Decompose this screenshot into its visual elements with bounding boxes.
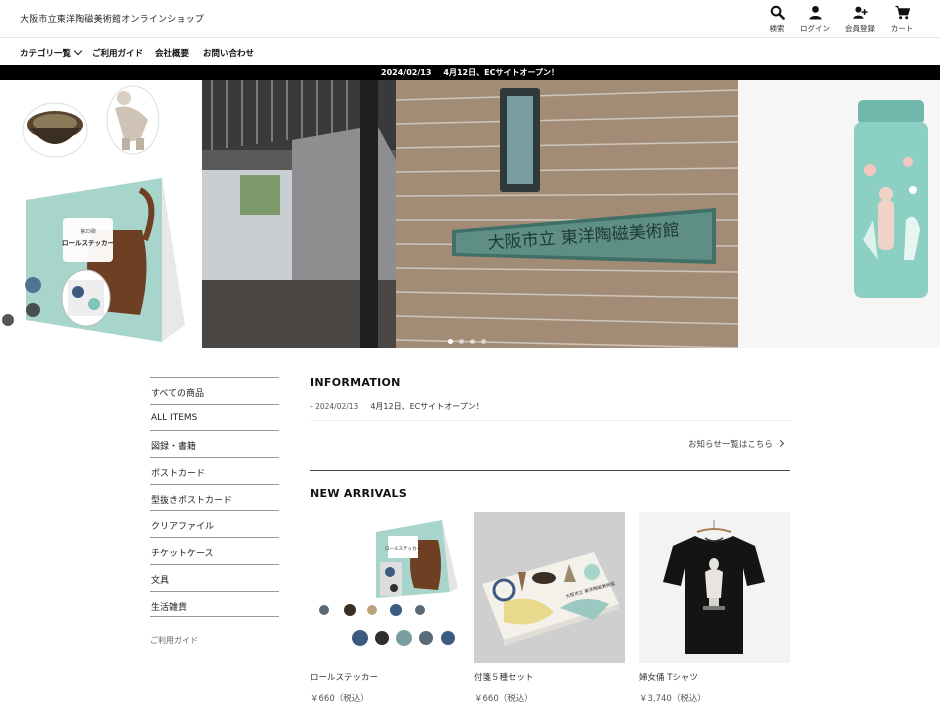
sidebar-item-all[interactable]: すべての商品	[150, 377, 279, 404]
site-title[interactable]: 大阪市立東洋陶磁美術館オンラインショップ	[20, 12, 204, 25]
announcement-text: 4月12日、ECサイトオープン！	[443, 68, 559, 77]
product-price: ￥660（税込）	[310, 694, 369, 704]
product-price: ￥3,740（税込）	[639, 694, 706, 704]
slider-dot[interactable]	[470, 339, 475, 344]
product-image[interactable]: ロールステッカー	[310, 512, 461, 663]
search-label: 検索	[769, 24, 785, 33]
category-sidebar: すべての商品 ALL ITEMS 図録・書籍 ポストカード 型抜きポストカード …	[150, 377, 279, 618]
svg-text:第23弾: 第23弾	[80, 228, 96, 235]
nav-contact[interactable]: お問い合わせ	[203, 47, 254, 59]
slider-dot[interactable]	[459, 339, 464, 344]
sidebar-item-diecut-postcards[interactable]: 型抜きポストカード	[150, 483, 279, 511]
sidebar-item-postcards[interactable]: ポストカード	[150, 457, 279, 484]
cart-button[interactable]: カート	[879, 5, 925, 34]
news-date: - 2024/02/13	[310, 402, 359, 411]
sidebar-item-goods[interactable]: 生活雑貨	[150, 590, 279, 618]
sidebar-item-clear-files[interactable]: クリアファイル	[150, 510, 279, 537]
announcement-date: 2024/02/13	[381, 68, 432, 77]
section-divider	[310, 470, 790, 471]
roll-sticker-image: ロールステッカー	[310, 512, 461, 663]
news-item[interactable]: - 2024/02/13 4月12日、ECサイトオープン！	[310, 401, 484, 412]
new-arrivals-title: NEW ARRIVALS	[310, 487, 408, 500]
slider-dot[interactable]	[448, 339, 453, 344]
global-nav: カテゴリ一覧 ご利用ガイド 会社概要 お問い合わせ	[0, 38, 940, 65]
nav-company[interactable]: 会社概要	[155, 47, 189, 59]
news-list-link[interactable]: お知らせ一覧はこちら	[688, 438, 784, 450]
sidebar-item-books[interactable]: 図録・書籍	[150, 430, 279, 457]
chevron-right-icon	[776, 439, 784, 448]
site-header: 大阪市立東洋陶磁美術館オンラインショップ 検索 ログイン 会員登録 カート	[0, 0, 940, 38]
product-image[interactable]	[639, 512, 790, 663]
cart-icon	[894, 5, 910, 20]
hero-slide-stickers[interactable]: ロールステッカー 第23弾	[0, 80, 202, 348]
hero-slide-museum[interactable]: 大阪市立 東洋陶磁美術館	[202, 80, 738, 348]
sidebar-item-ticket-cases[interactable]: チケットケース	[150, 537, 279, 564]
login-label: ログイン	[800, 24, 830, 33]
product-card[interactable]: 大阪市立 東洋陶磁美術館 付箋５種セット ￥660（税込）	[474, 512, 625, 704]
tshirt-image	[639, 512, 790, 663]
slider-dot[interactable]	[481, 339, 486, 344]
nav-guide[interactable]: ご利用ガイド	[92, 47, 143, 59]
museum-photo: 大阪市立 東洋陶磁美術館	[202, 80, 738, 348]
sticky-notes-image: 大阪市立 東洋陶磁美術館	[474, 512, 625, 663]
product-name[interactable]: 付箋５種セット	[474, 671, 625, 683]
hero-slider[interactable]: ロールステッカー 第23弾 大阪市立 東洋陶磁美術館	[0, 80, 940, 348]
announcement-bar[interactable]: 2024/02/13 4月12日、ECサイトオープン！	[0, 65, 940, 80]
register-button[interactable]: 会員登録	[837, 5, 883, 34]
nav-categories[interactable]: カテゴリ一覧	[20, 46, 83, 59]
user-plus-icon	[852, 6, 867, 19]
cart-label: カート	[890, 24, 914, 33]
hero-slide-tumbler[interactable]	[738, 80, 940, 348]
divider	[310, 420, 790, 421]
information-title: INFORMATION	[310, 376, 401, 389]
login-button[interactable]: ログイン	[792, 5, 838, 34]
sidebar-guide-link[interactable]: ご利用ガイド	[150, 635, 198, 646]
sticker-illustration: ロールステッカー 第23弾	[2, 85, 185, 342]
news-text: 4月12日、ECサイトオープン！	[370, 402, 484, 411]
tumbler-photo	[738, 80, 940, 348]
register-label: 会員登録	[845, 24, 875, 33]
slider-dots	[448, 339, 486, 344]
product-image[interactable]: 大阪市立 東洋陶磁美術館	[474, 512, 625, 663]
user-icon	[808, 5, 822, 20]
product-card[interactable]: ロールステッカー ロールステッカー ￥660（税込）	[310, 512, 461, 704]
svg-text:ロールステッカー: ロールステッカー	[62, 239, 114, 247]
sidebar-item-all-items[interactable]: ALL ITEMS	[150, 403, 279, 431]
search-icon	[770, 5, 785, 20]
product-name[interactable]: 婦女俑 Tシャツ	[639, 671, 790, 683]
product-name[interactable]: ロールステッカー	[310, 671, 461, 683]
chevron-down-icon	[73, 46, 83, 56]
product-card[interactable]: 婦女俑 Tシャツ ￥3,740（税込）	[639, 512, 790, 704]
product-price: ￥660（税込）	[474, 694, 533, 704]
sidebar-item-stationery[interactable]: 文具	[150, 563, 279, 591]
